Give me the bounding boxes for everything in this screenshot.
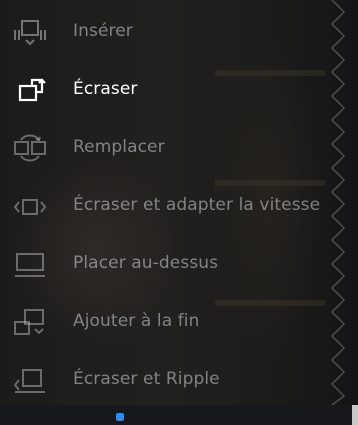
- menu-item-label: Insérer: [73, 21, 133, 41]
- menu-item-ecraser-et-ripple[interactable]: Écraser et Ripple: [0, 352, 358, 410]
- overwrite-icon: [18, 78, 46, 102]
- replace-icon: [14, 134, 46, 162]
- menu-item-label: Écraser: [73, 79, 138, 99]
- menu-item-ecraser-adapter-vitesse[interactable]: Écraser et adapter la vitesse: [0, 178, 358, 236]
- menu-item-ajouter-a-la-fin[interactable]: Ajouter à la fin: [0, 294, 358, 352]
- menu-item-inserer[interactable]: Insérer: [0, 4, 358, 62]
- menu-item-label: Écraser et Ripple: [73, 369, 220, 389]
- fit-to-fill-icon: [13, 199, 47, 215]
- ripple-overwrite-icon: [13, 369, 45, 393]
- menu-item-ecraser[interactable]: Écraser: [0, 62, 358, 120]
- menu-item-label: Placer au-dessus: [73, 253, 219, 273]
- menu-item-label: Remplacer: [73, 137, 165, 157]
- insert-icon: [14, 20, 46, 46]
- place-on-top-icon: [15, 253, 45, 277]
- menu-item-label: Ajouter à la fin: [73, 311, 200, 331]
- playhead-handle[interactable]: [116, 413, 124, 421]
- append-at-end-icon: [14, 309, 44, 335]
- menu-item-placer-au-dessus[interactable]: Placer au-dessus: [0, 236, 358, 294]
- edge-divider: [352, 405, 358, 425]
- menu-item-label: Écraser et adapter la vitesse: [73, 195, 321, 215]
- menu-item-remplacer[interactable]: Remplacer: [0, 120, 358, 178]
- edit-mode-menu: Insérer Écraser Remplacer Écraser et ada…: [0, 0, 358, 405]
- timeline-bar: [0, 405, 358, 425]
